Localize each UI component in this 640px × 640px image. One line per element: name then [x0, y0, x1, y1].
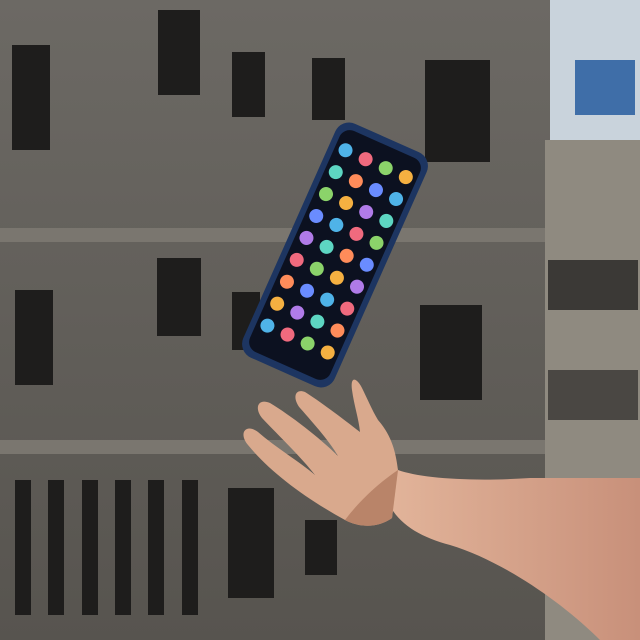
window: [157, 258, 201, 336]
window: [312, 58, 345, 120]
window: [15, 290, 53, 385]
window: [115, 480, 131, 615]
photo-scene: [0, 0, 640, 640]
window: [305, 520, 337, 575]
floor-ledge: [0, 228, 545, 242]
window: [12, 45, 50, 150]
right-building-window: [548, 370, 638, 420]
distant-sign: [575, 60, 635, 115]
window: [228, 488, 274, 598]
window: [232, 52, 265, 117]
window: [82, 480, 98, 615]
window: [158, 10, 200, 95]
window: [425, 60, 490, 162]
window: [182, 480, 198, 615]
right-building-window: [548, 260, 638, 310]
window: [15, 480, 31, 615]
window: [420, 305, 482, 400]
window: [148, 480, 164, 615]
scene-illustration: [0, 0, 640, 640]
window: [48, 480, 64, 615]
